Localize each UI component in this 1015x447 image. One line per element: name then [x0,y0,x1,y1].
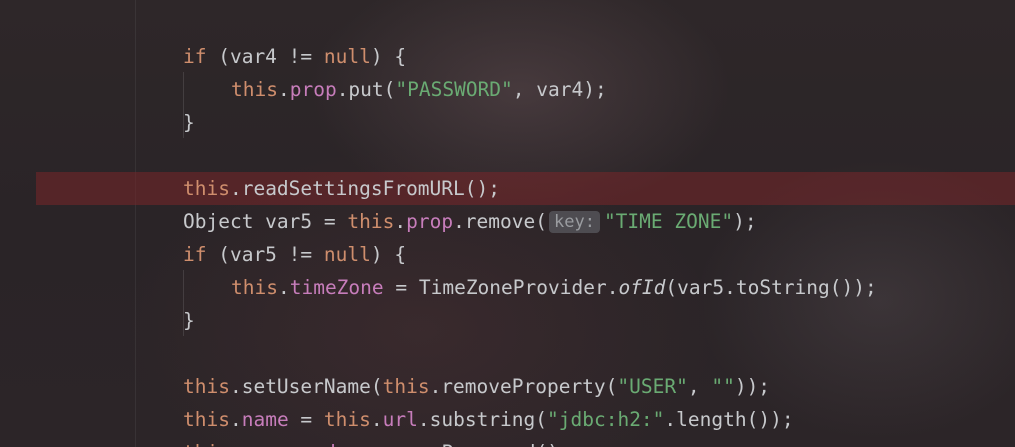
field-token: prop [289,78,337,101]
code-line[interactable]: this.password = removePassword(); [0,436,1015,447]
code-token: (var5 != [206,243,324,266]
code-editor[interactable]: if (var4 != null) { this.prop.put("PASSW… [0,0,1015,447]
code-token: r [512,441,524,447]
field-token: p [242,441,254,447]
keyword-token: this [183,177,230,200]
code-token: e [430,441,442,447]
keyword-token: this [382,375,430,398]
keyword-token: this [183,408,230,431]
code-token: .setUserName( [229,375,383,398]
code-token: )); [734,375,771,398]
field-token: o [300,441,312,447]
field-token: url [382,408,418,431]
code-token: P [441,441,453,447]
code-token: .substring( [417,408,548,431]
code-line[interactable]: } [0,304,1015,337]
string-token: "jdbc:h2:" [547,408,665,431]
field-token: a [253,441,265,447]
code-line[interactable]: this.name = this.url.substring("jdbc:h2:… [0,403,1015,436]
string-token: "" [711,375,735,398]
code-token: m [394,441,406,447]
static-method-token: ofId [618,276,666,299]
code-token: a [453,441,465,447]
code-token: ( [535,441,547,447]
string-token: "TIME ZONE" [603,210,734,233]
breakpoint-highlighted-line[interactable]: this.readSettingsFromURL(); [36,172,1015,205]
field-token: prop [406,210,454,233]
keyword-token: null [323,243,371,266]
code-line[interactable]: if (var5 != null) { [0,238,1015,271]
code-token: . [370,408,383,431]
code-token: . [230,441,242,447]
code-token: .put( [336,78,396,101]
code-line[interactable]: } [0,106,1015,139]
field-token: w [289,441,301,447]
code-token: Object var5 = [183,210,348,233]
code-token: ; [559,441,571,447]
code-token: s [477,441,489,447]
field-token: timeZone [289,276,384,299]
keyword-token: null [323,45,371,68]
string-token: "PASSWORD" [395,78,513,101]
keyword-token: this [183,375,230,398]
code-token: , var4); [512,78,607,101]
code-token: (var4 != [206,45,324,68]
field-token: d [324,441,336,447]
field-token: s [265,441,277,447]
code-token: = [288,408,324,431]
code-token: o [500,441,512,447]
code-token: .remove( [453,210,547,233]
code-line[interactable]: this.setUserName(this.removeProperty("US… [0,370,1015,403]
code-token: = TimeZoneProvider. [383,276,619,299]
code-token: ); [733,210,757,233]
code-line[interactable]: this.timeZone = TimeZoneProvider.ofId(va… [0,271,1015,304]
keyword-token: this [347,210,395,233]
parameter-hint: key: [548,211,600,233]
code-token: ) [547,441,559,447]
keyword-token: this [323,408,371,431]
code-token: w [488,441,500,447]
code-token: o [406,441,418,447]
keyword-token: this [231,78,278,101]
code-token: .removeProperty( [429,375,618,398]
keyword-token: if [183,243,207,266]
code-token: .readSettingsFromURL(); [229,177,500,200]
code-token: (var5.toString()); [665,276,877,299]
code-token: r [371,441,383,447]
code-token: . [277,78,290,101]
code-line[interactable]: if (var4 != null) { [0,40,1015,73]
code-token: } [183,111,195,134]
code-token: } [183,309,195,332]
keyword-token: if [183,45,207,68]
code-line[interactable]: this.prop.put("PASSWORD", var4); [0,73,1015,106]
string-token: "USER" [617,375,688,398]
code-token: ) { [370,243,407,266]
code-token: d [524,441,536,447]
code-token: . [394,210,407,233]
field-token: s [277,441,289,447]
code-token: e [383,441,395,447]
field-token: name [241,408,289,431]
code-token: . [229,408,242,431]
field-token: r [312,441,324,447]
keyword-token: this [183,441,230,447]
code-token: s [465,441,477,447]
code-token: v [418,441,430,447]
code-line[interactable]: Object var5 = this.prop.remove(key: "TIME… [0,205,1015,238]
keyword-token: this [231,276,278,299]
code-token: .length()); [664,408,794,431]
code-token: ) { [370,45,407,68]
code-token: . [277,276,290,299]
code-token: = [336,441,371,447]
code-token: , [687,375,712,398]
